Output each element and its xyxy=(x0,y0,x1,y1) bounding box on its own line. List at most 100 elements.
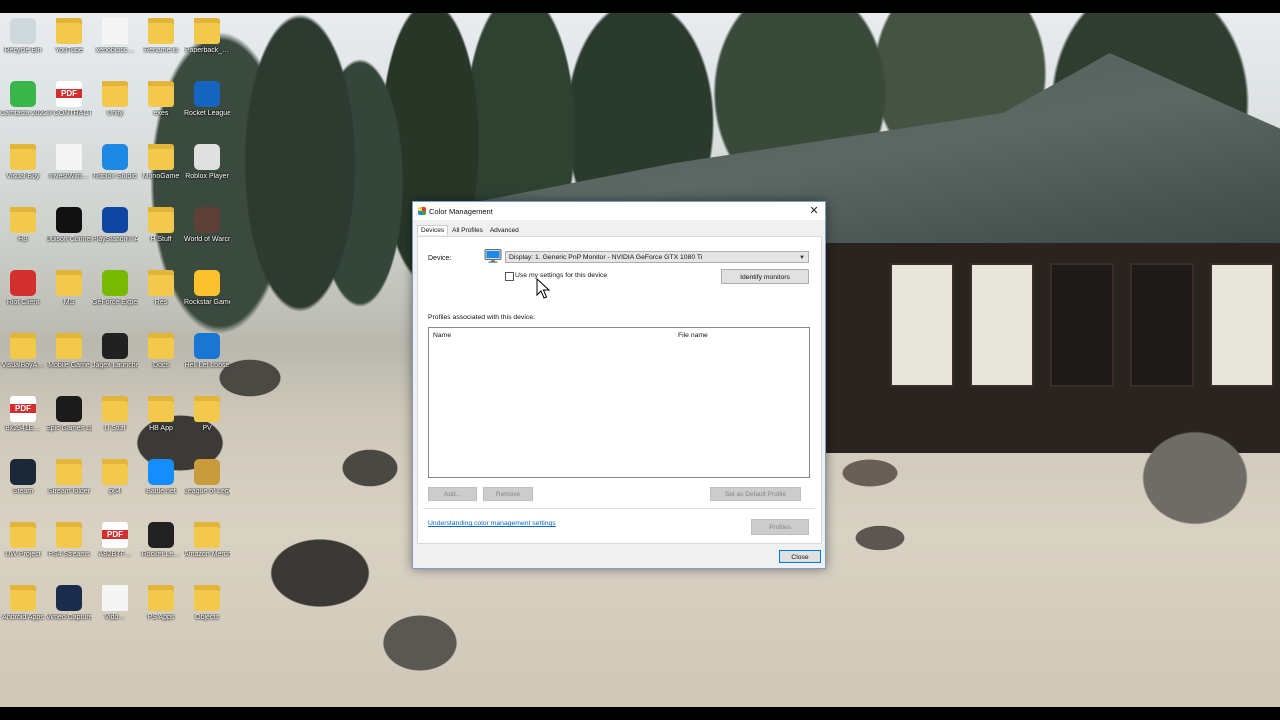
devices-tab-page: Device: Display: 1. Generic PnP Monitor … xyxy=(417,236,822,544)
desktop-icon[interactable]: MS xyxy=(46,270,92,330)
desktop-icon[interactable]: H Stuff xyxy=(138,207,184,267)
use-my-settings-checkbox[interactable] xyxy=(505,272,514,281)
desktop-icon[interactable]: Mobile Game xyxy=(46,333,92,393)
desktop-icon[interactable]: U Stuff xyxy=(92,396,138,456)
desktop-icon[interactable]: Rockstar Games … xyxy=(184,270,230,330)
desktop-icon-label: UW Project xyxy=(5,551,41,558)
desktop-icon[interactable]: HB xyxy=(0,207,46,267)
close-button[interactable]: Close xyxy=(779,550,821,563)
desktop-icon-label: World of Warcraft xyxy=(184,236,230,243)
desktop-icon[interactable]: Epic Games Launcher xyxy=(46,396,92,456)
desktop-icon[interactable]: Android Apps xyxy=(0,585,46,645)
remove-button[interactable]: Remove xyxy=(483,487,533,501)
desktop-icon[interactable]: GeForce Experience xyxy=(92,270,138,330)
desktop-icon[interactable]: Rocket League xyxy=(184,81,230,141)
tab-all-profiles[interactable]: All Profiles xyxy=(449,226,486,235)
app-icon xyxy=(10,459,36,485)
desktop-icon[interactable]: Amazon Merch xyxy=(184,522,230,582)
app-icon xyxy=(194,144,220,170)
desktop-icon[interactable]: exes xyxy=(138,81,184,141)
desktop-icon-label: Rocket League xyxy=(184,110,230,117)
column-header-file-name[interactable]: File name xyxy=(678,332,708,339)
desktop-icon-label: HB xyxy=(18,236,28,243)
desktop-icon[interactable]: PS Apps xyxy=(138,585,184,645)
desktop-icon[interactable]: xenobiotic… xyxy=(92,18,138,78)
desktop-icon-label: Ubisoft Connect xyxy=(46,236,92,243)
desktop-icon[interactable]: AB2B7F… xyxy=(92,522,138,582)
desktop-icon[interactable]: Roblox Player xyxy=(184,144,230,204)
title-bar[interactable]: Color Management ✕ xyxy=(413,202,825,220)
desktop-icon[interactable]: p64 xyxy=(92,459,138,519)
app-icon xyxy=(194,270,220,296)
desktop-icon[interactable]: Battle.net xyxy=(138,459,184,519)
dialog-title: Color Management xyxy=(429,207,493,216)
desktop-icon[interactable]: III CONTRACT… xyxy=(46,81,92,141)
device-dropdown[interactable]: Display: 1. Generic PnP Monitor - NVIDIA… xyxy=(505,251,809,263)
desktop-icon[interactable]: Riot Client xyxy=(0,270,46,330)
desktop-icon[interactable]: InvestWith… xyxy=(46,144,92,204)
folder-icon xyxy=(102,396,128,422)
understanding-color-management-link[interactable]: Understanding color management settings xyxy=(428,520,556,527)
desktop-icon[interactable]: Unity xyxy=(92,81,138,141)
desktop-icon[interactable]: PlayStation® Accessories xyxy=(92,207,138,267)
app-icon xyxy=(102,207,128,233)
app-icon xyxy=(102,270,128,296)
desktop-icon-label: Rename.lu xyxy=(144,47,178,54)
desktop-icon[interactable]: Res xyxy=(138,270,184,330)
app-icon xyxy=(10,18,36,44)
desktop-icon-label: Res xyxy=(154,299,168,306)
desktop-icon[interactable]: Paperback_… xyxy=(184,18,230,78)
desktop-icon[interactable]: Roblox Studio xyxy=(92,144,138,204)
folder-icon xyxy=(56,270,82,296)
profiles-list[interactable]: Name File name xyxy=(428,327,810,478)
desktop-icon-label: Mobile Game xyxy=(48,362,90,369)
desktop-icon-label: 8x2941E… xyxy=(5,425,41,432)
desktop-icon[interactable]: HB App xyxy=(138,396,184,456)
tab-devices[interactable]: Devices xyxy=(417,225,449,235)
folder-icon xyxy=(56,459,82,485)
desktop-icon[interactable]: Ubisoft Connect xyxy=(46,207,92,267)
desktop-icon[interactable]: Vido… xyxy=(92,585,138,645)
desktop-icon[interactable]: MonoGame xyxy=(138,144,184,204)
folder-icon xyxy=(148,396,174,422)
use-my-settings-label[interactable]: Use my settings for this device xyxy=(515,272,607,279)
desktop-icon[interactable]: Recycle Bin xyxy=(0,18,46,78)
desktop-icon[interactable]: Objects xyxy=(184,585,230,645)
desktop-icon[interactable]: UW Project xyxy=(0,522,46,582)
desktop-icon[interactable]: Visual Boy xyxy=(0,144,46,204)
tab-bar: Devices All Profiles Advanced xyxy=(417,225,523,236)
desktop-icon[interactable]: Camtasia 2022 xyxy=(0,81,46,141)
desktop-icon[interactable]: Steam xyxy=(0,459,46,519)
desktop-icon-label: Paperback_… xyxy=(184,47,230,54)
desktop-icon[interactable]: PS4 Streams xyxy=(46,522,92,582)
desktop-icon[interactable]: PV xyxy=(184,396,230,456)
desktop-icon[interactable]: Vimeo Capture 1.0 xyxy=(46,585,92,645)
desktop-icon[interactable]: League of Legends xyxy=(184,459,230,519)
tab-advanced[interactable]: Advanced xyxy=(487,226,522,235)
desktop-icon[interactable]: Hell Let Loose xyxy=(184,333,230,393)
column-header-name[interactable]: Name xyxy=(433,332,451,339)
app-icon xyxy=(148,522,174,548)
close-icon[interactable]: ✕ xyxy=(807,204,821,218)
add-button[interactable]: Add... xyxy=(428,487,477,501)
identify-monitors-button[interactable]: Identify monitors xyxy=(721,269,809,284)
desktop-icon[interactable]: 8x2941E… xyxy=(0,396,46,456)
mouse-cursor-icon xyxy=(536,278,550,299)
desktop-icon[interactable]: VisualBoyA… xyxy=(0,333,46,393)
folder-icon xyxy=(148,333,174,359)
folder-icon xyxy=(10,207,36,233)
desktop-icon[interactable]: YouTube xyxy=(46,18,92,78)
color-management-icon xyxy=(418,207,426,215)
desktop-icon[interactable]: Stream folder xyxy=(46,459,92,519)
desktop-icon[interactable]: Docs xyxy=(138,333,184,393)
desktop-icon-label: GeForce Experience xyxy=(92,299,138,306)
desktop-icon[interactable]: Jagex Launcher xyxy=(92,333,138,393)
desktop-icon[interactable]: Rocket Le… xyxy=(138,522,184,582)
desktop-icon-label: Android Apps xyxy=(2,614,44,621)
profiles-button[interactable]: Profiles xyxy=(751,519,809,535)
desktop-icon[interactable]: World of Warcraft xyxy=(184,207,230,267)
desktop-icon-label: Hell Let Loose xyxy=(184,362,230,369)
desktop-icon-label: Vido… xyxy=(104,614,126,621)
desktop-icon[interactable]: Rename.lu xyxy=(138,18,184,78)
set-default-profile-button[interactable]: Set as Default Profile xyxy=(710,487,801,501)
